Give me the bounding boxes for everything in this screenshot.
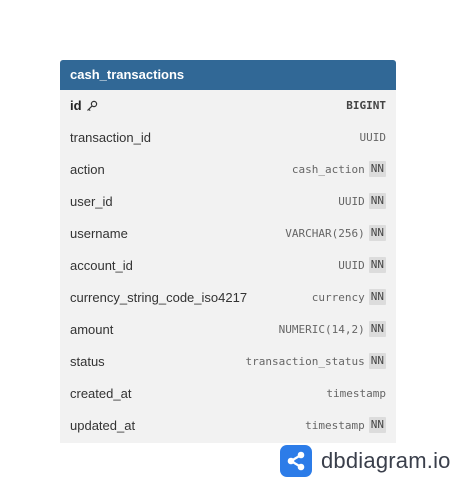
not-null-badge: NN: [368, 257, 386, 273]
table-card-cash-transactions[interactable]: cash_transactions id BIGINT transaction_…: [60, 60, 396, 443]
column-name: id: [70, 98, 82, 113]
not-null-badge: NN: [368, 289, 386, 305]
column-type: cash_action: [291, 162, 365, 176]
column-type-cell: UUID NN: [338, 257, 386, 273]
column-type: UUID: [338, 258, 365, 272]
column-row-updated-at[interactable]: updated_at timestamp NN: [60, 409, 396, 441]
diagram-canvas: cash_transactions id BIGINT transaction_…: [0, 0, 460, 504]
column-name: user_id: [70, 193, 113, 209]
column-name: action: [70, 161, 105, 177]
not-null-badge: NN: [368, 353, 386, 369]
column-type-cell: UUID NN: [338, 193, 386, 209]
column-row-account-id[interactable]: account_id UUID NN: [60, 249, 396, 281]
dbdiagram-watermark[interactable]: dbdiagram.io: [280, 445, 451, 477]
column-type-cell: UUID: [360, 131, 387, 144]
column-list: id BIGINT transaction_id UUID action cas…: [60, 90, 396, 441]
column-row-user-id[interactable]: user_id UUID NN: [60, 185, 396, 217]
column-name: currency_string_code_iso4217: [70, 289, 248, 305]
column-row-action[interactable]: action cash_action NN: [60, 153, 396, 185]
not-null-badge: NN: [368, 161, 386, 177]
column-type-cell: currency NN: [312, 289, 386, 305]
column-type-cell: NUMERIC(14,2) NN: [279, 321, 386, 337]
column-type-cell: BIGINT: [346, 99, 386, 112]
column-type-cell: cash_action NN: [292, 161, 386, 177]
column-type: UUID: [338, 194, 365, 208]
column-row-currency-string-code[interactable]: currency_string_code_iso4217 currency NN: [60, 281, 396, 313]
column-row-status[interactable]: status transaction_status NN: [60, 345, 396, 377]
column-name-cell: id: [70, 98, 98, 113]
share-nodes-glyph: [287, 451, 305, 471]
column-type: BIGINT: [346, 99, 386, 112]
column-type-cell: timestamp NN: [305, 417, 386, 433]
column-name: account_id: [70, 257, 133, 273]
column-type-cell: timestamp: [326, 387, 386, 400]
key-icon: [86, 100, 97, 111]
column-row-transaction-id[interactable]: transaction_id UUID: [60, 121, 396, 153]
column-row-amount[interactable]: amount NUMERIC(14,2) NN: [60, 313, 396, 345]
not-null-badge: NN: [368, 321, 386, 337]
column-row-username[interactable]: username VARCHAR(256) NN: [60, 217, 396, 249]
not-null-badge: NN: [368, 193, 386, 209]
column-name: created_at: [70, 385, 132, 401]
column-type: timestamp: [326, 386, 386, 400]
table-header[interactable]: cash_transactions: [60, 60, 396, 90]
column-type: NUMERIC(14,2): [278, 322, 365, 336]
column-type-cell: VARCHAR(256) NN: [285, 225, 386, 241]
column-type: VARCHAR(256): [285, 226, 365, 240]
share-nodes-icon: [280, 445, 312, 477]
column-row-created-at[interactable]: created_at timestamp: [60, 377, 396, 409]
column-name: amount: [70, 321, 114, 337]
not-null-badge: NN: [368, 225, 386, 241]
not-null-badge: NN: [368, 417, 386, 433]
column-row-id[interactable]: id BIGINT: [60, 90, 396, 121]
column-type-cell: transaction_status NN: [246, 353, 386, 369]
brand-name: dbdiagram.io: [321, 448, 451, 473]
column-type: timestamp: [305, 418, 365, 432]
column-type: currency: [311, 290, 365, 304]
column-type: transaction_status: [245, 354, 365, 368]
column-name: updated_at: [70, 417, 136, 433]
column-name: username: [70, 225, 128, 241]
column-name: status: [70, 353, 105, 369]
column-name: transaction_id: [70, 129, 151, 145]
column-type: UUID: [359, 130, 387, 144]
